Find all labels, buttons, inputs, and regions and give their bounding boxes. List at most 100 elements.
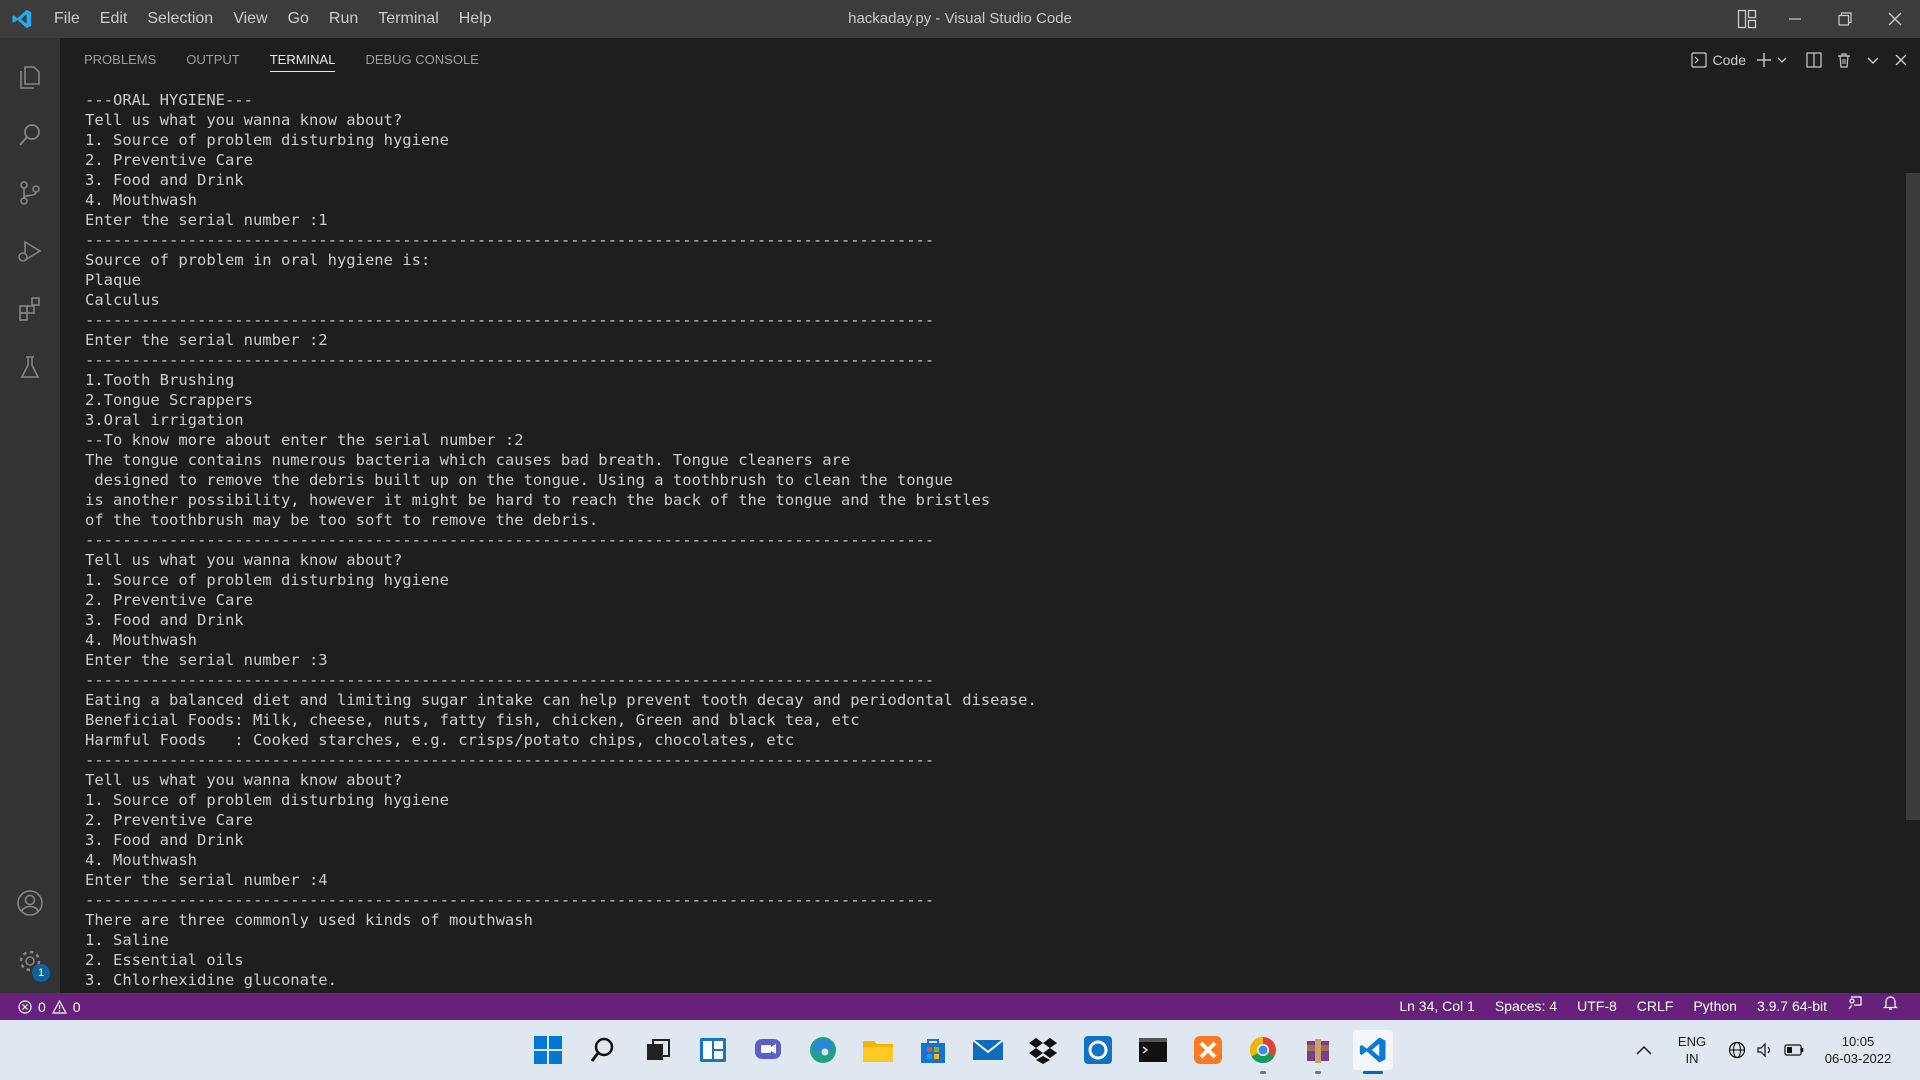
encoding[interactable]: UTF-8: [1567, 993, 1627, 1020]
chrome-icon[interactable]: [1243, 1030, 1283, 1074]
minimize-button[interactable]: [1770, 0, 1820, 38]
terminal-line: Tell us what you wanna know about?: [85, 771, 403, 789]
menu-go[interactable]: Go: [278, 0, 319, 38]
terminal-scrollbar[interactable]: [1906, 173, 1920, 820]
kill-terminal-trash-icon[interactable]: [1836, 48, 1852, 72]
terminal-profile-button[interactable]: Code: [1690, 48, 1746, 72]
feedback-icon[interactable]: [1837, 993, 1873, 1020]
file-explorer-icon[interactable]: [858, 1030, 898, 1070]
terminal-line: ----------------------------------------…: [85, 671, 935, 689]
close-panel-icon[interactable]: [1894, 48, 1908, 72]
warning-count: 0: [72, 998, 81, 1015]
menu-view[interactable]: View: [223, 0, 277, 38]
accounts-icon[interactable]: [0, 874, 60, 932]
terminal-line: Enter the serial number :2: [85, 331, 328, 349]
dropbox-icon[interactable]: [1023, 1030, 1063, 1070]
vscode-logo-icon[interactable]: [0, 0, 44, 38]
manage-gear-icon[interactable]: 1: [0, 932, 60, 990]
tab-terminal[interactable]: TERMINAL: [269, 38, 335, 82]
terminal-line: 4. Mouthwash: [85, 631, 197, 649]
tab-problems[interactable]: PROBLEMS: [84, 38, 156, 82]
menu-terminal[interactable]: Terminal: [368, 0, 448, 38]
show-hidden-icons-chevron-icon[interactable]: [1624, 1030, 1664, 1070]
terminal-line: 1. Source of problem disturbing hygiene: [85, 131, 449, 149]
edge-browser-icon[interactable]: [803, 1030, 843, 1070]
system-tray: ENG IN 10:05 06-03-2022: [1624, 1020, 1920, 1080]
mail-icon[interactable]: [968, 1030, 1008, 1070]
task-view-icon[interactable]: [638, 1030, 678, 1070]
tab-output[interactable]: OUTPUT: [186, 38, 239, 82]
panel-actions: Code: [1681, 38, 1908, 82]
split-terminal-icon[interactable]: [1806, 48, 1822, 72]
terminal-line: 4. Mouthwash: [85, 191, 197, 209]
winrar-running-indicator: [1315, 1071, 1321, 1074]
app-blue-icon[interactable]: [1078, 1030, 1118, 1070]
end-of-line[interactable]: CRLF: [1627, 993, 1684, 1020]
title-bar: File Edit Selection View Go Run Terminal…: [0, 0, 1920, 38]
teams-chat-icon[interactable]: [748, 1030, 788, 1070]
clock-time: 10:05: [1841, 1034, 1875, 1049]
python-interpreter[interactable]: 3.9.7 64-bit: [1747, 993, 1837, 1020]
terminal-line: 3. Food and Drink: [85, 831, 244, 849]
vscode-active-indicator: [1363, 1071, 1383, 1074]
cursor-position[interactable]: Ln 34, Col 1: [1389, 993, 1485, 1020]
source-control-icon[interactable]: [0, 164, 60, 222]
search-icon[interactable]: [0, 106, 60, 164]
terminal-line: 3. Food and Drink: [85, 171, 244, 189]
terminal-line: --To know more about enter the serial nu…: [85, 431, 524, 449]
menu-selection[interactable]: Selection: [137, 0, 223, 38]
notifications-bell-icon[interactable]: [1873, 993, 1908, 1020]
microsoft-store-icon[interactable]: [913, 1030, 953, 1070]
terminal-line: Source of problem in oral hygiene is:: [85, 251, 431, 269]
close-window-button[interactable]: [1870, 0, 1920, 38]
status-bar: 0 0 Ln 34, Col 1 Spaces: 4 UTF-8 CRLF Py…: [0, 993, 1920, 1020]
terminal-line: ---ORAL HYGIENE---: [85, 91, 253, 109]
chrome-running-indicator: [1260, 1071, 1266, 1074]
winrar-icon[interactable]: [1298, 1030, 1338, 1074]
terminal-line: Eating a balanced diet and limiting suga…: [85, 691, 1037, 709]
status-right: Ln 34, Col 1 Spaces: 4 UTF-8 CRLF Python…: [1389, 993, 1908, 1020]
explorer-icon[interactable]: [0, 48, 60, 106]
window-controls: [1724, 0, 1920, 38]
menu-edit[interactable]: Edit: [90, 0, 138, 38]
clock[interactable]: 10:05 06-03-2022: [1812, 1033, 1904, 1067]
testing-icon[interactable]: [0, 338, 60, 396]
taskbar-search-icon[interactable]: [583, 1030, 623, 1070]
menu-run[interactable]: Run: [319, 0, 368, 38]
terminal-line: 2. Preventive Care: [85, 591, 253, 609]
input-language[interactable]: ENG IN: [1664, 1033, 1720, 1067]
run-debug-icon[interactable]: [0, 222, 60, 280]
input-language-primary: ENG: [1677, 1034, 1707, 1049]
new-terminal-plus-icon[interactable]: [1756, 48, 1772, 72]
terminal-line: 1. Source of problem disturbing hygiene: [85, 791, 449, 809]
terminal-line: ----------------------------------------…: [85, 231, 935, 249]
activity-bar: 1: [0, 38, 60, 993]
terminal-dropdown-chevron-icon[interactable]: [1776, 48, 1788, 72]
terminal-line: is another possibility, however it might…: [85, 491, 991, 509]
customize-layout-icon[interactable]: [1724, 0, 1770, 38]
terminal-line: ----------------------------------------…: [85, 751, 935, 769]
terminal-line: Tell us what you wanna know about?: [85, 551, 403, 569]
quick-settings[interactable]: [1720, 1041, 1812, 1059]
terminal-line: 4. Mouthwash: [85, 851, 197, 869]
settings-badge: 1: [32, 964, 50, 982]
vscode-taskbar-icon[interactable]: [1353, 1030, 1393, 1074]
indentation[interactable]: Spaces: 4: [1485, 993, 1567, 1020]
windows-start-icon[interactable]: [528, 1030, 568, 1070]
terminal-line: The tongue contains numerous bacteria wh…: [85, 451, 851, 469]
tab-debug-console[interactable]: DEBUG CONSOLE: [365, 38, 478, 82]
problems-status[interactable]: 0 0: [0, 999, 81, 1015]
terminal-line: 3.Oral irrigation: [85, 411, 244, 429]
xampp-icon[interactable]: [1188, 1030, 1228, 1070]
widgets-icon[interactable]: [693, 1030, 733, 1070]
extensions-icon[interactable]: [0, 280, 60, 338]
menu-help[interactable]: Help: [449, 0, 502, 38]
menu-file[interactable]: File: [44, 0, 90, 38]
terminal-output[interactable]: ---ORAL HYGIENE--- Tell us what you wanna…: [85, 90, 1885, 990]
terminal-line: Enter the serial number :4: [85, 871, 328, 889]
command-prompt-icon[interactable]: [1133, 1030, 1173, 1070]
terminal-line: Harmful Foods : Cooked starches, e.g. cr…: [85, 731, 795, 749]
restore-button[interactable]: [1820, 0, 1870, 38]
maximize-panel-chevron-icon[interactable]: [1866, 48, 1880, 72]
language-mode[interactable]: Python: [1683, 993, 1747, 1020]
